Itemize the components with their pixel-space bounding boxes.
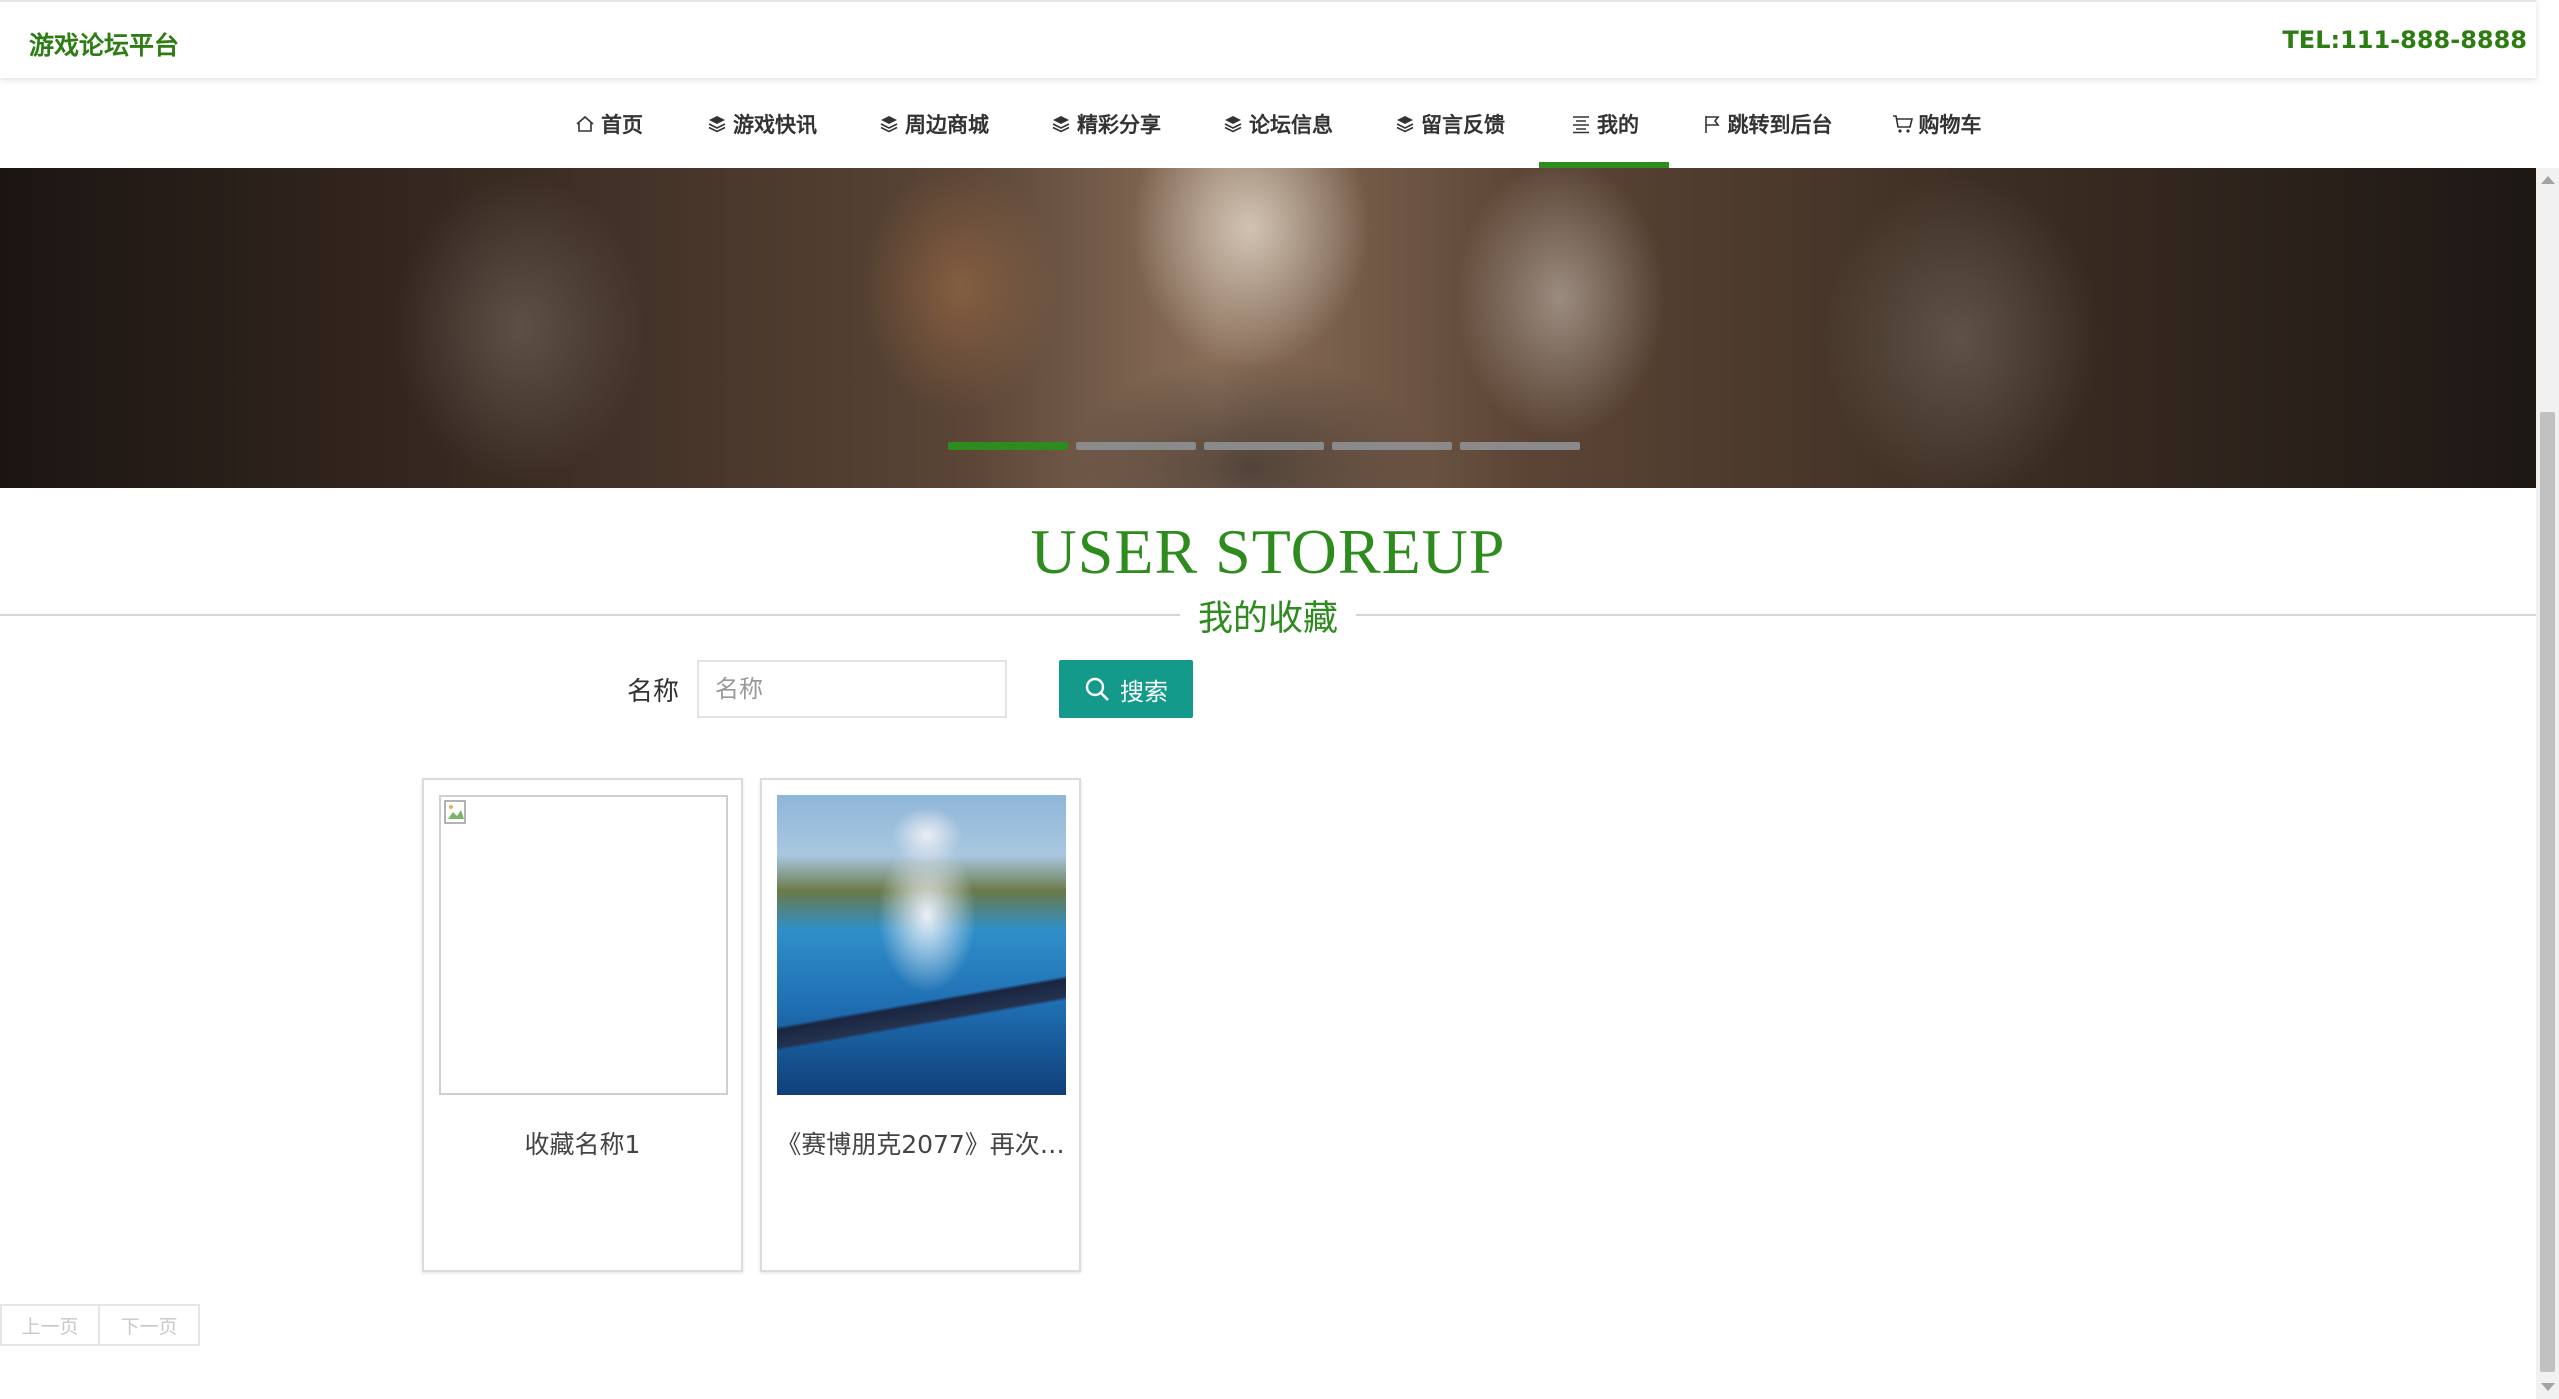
carousel-dot[interactable] bbox=[948, 442, 1068, 450]
layers-icon bbox=[1221, 112, 1245, 136]
layers-icon bbox=[705, 112, 729, 136]
nav-item-cart[interactable]: 购物车 bbox=[1886, 80, 1986, 168]
nav-item-admin[interactable]: 跳转到后台 bbox=[1694, 80, 1838, 168]
nav-item-highlights[interactable]: 精彩分享 bbox=[1042, 80, 1168, 168]
layers-icon bbox=[1393, 112, 1417, 136]
layers-icon bbox=[1049, 112, 1073, 136]
top-header: 游戏论坛平台 TEL:111-888-8888 bbox=[0, 0, 2536, 78]
nav-item-label: 精彩分享 bbox=[1077, 113, 1161, 137]
layers-icon bbox=[877, 112, 901, 136]
list-icon bbox=[1569, 112, 1593, 136]
next-page-button[interactable]: 下一页 bbox=[100, 1304, 200, 1346]
carousel-dot[interactable] bbox=[1204, 442, 1324, 450]
nav-item-game-news[interactable]: 游戏快讯 bbox=[698, 80, 824, 168]
nav-item-label: 留言反馈 bbox=[1421, 113, 1505, 137]
favorite-image bbox=[777, 795, 1066, 1095]
favorite-name: 收藏名称1 bbox=[524, 1130, 641, 1159]
site-brand[interactable]: 游戏论坛平台 bbox=[29, 26, 179, 62]
search-label: 名称 bbox=[627, 677, 680, 707]
flag-icon bbox=[1700, 112, 1724, 136]
nav-item-label: 跳转到后台 bbox=[1727, 113, 1833, 137]
favorite-card[interactable]: 收藏名称1 bbox=[422, 778, 743, 1272]
favorite-card[interactable]: 《赛博朋克2077》再次… bbox=[760, 778, 1081, 1272]
scroll-down-arrow[interactable] bbox=[2541, 1383, 2555, 1391]
nav-item-label: 论坛信息 bbox=[1249, 113, 1333, 137]
nav-item-label: 购物车 bbox=[1918, 113, 1982, 137]
nav-item-label: 游戏快讯 bbox=[733, 113, 817, 137]
search-button[interactable]: 搜索 bbox=[1059, 660, 1193, 718]
nav-item-forum-info[interactable]: 论坛信息 bbox=[1214, 80, 1340, 168]
nav-item-home[interactable]: 首页 bbox=[566, 80, 650, 168]
contact-phone: TEL:111-888-8888 bbox=[2282, 26, 2527, 54]
nav-item-label: 我的 bbox=[1597, 113, 1639, 137]
nav-item-label: 首页 bbox=[601, 113, 643, 137]
favorite-image bbox=[439, 795, 728, 1095]
search-button-label: 搜索 bbox=[1120, 677, 1168, 706]
scroll-thumb[interactable] bbox=[2540, 412, 2555, 1372]
banner-carousel[interactable] bbox=[0, 168, 2536, 488]
section-title: USER STOREUP bbox=[1030, 516, 1506, 587]
nav-item-mine[interactable]: 我的 bbox=[1539, 80, 1669, 168]
main-nav: 首页 游戏快讯 周边商城 精彩分享 论坛信息 留言反馈 我的 跳转到后台 购物车 bbox=[0, 80, 2536, 168]
broken-image-icon bbox=[444, 800, 466, 824]
vertical-scrollbar[interactable] bbox=[2536, 168, 2559, 1399]
section-subtitle: 我的收藏 bbox=[1180, 590, 1356, 641]
nav-item-merch-store[interactable]: 周边商城 bbox=[870, 80, 996, 168]
carousel-dot[interactable] bbox=[1460, 442, 1580, 450]
prev-page-button[interactable]: 上一页 bbox=[0, 1304, 100, 1346]
nav-item-feedback[interactable]: 留言反馈 bbox=[1386, 80, 1512, 168]
search-input[interactable] bbox=[697, 660, 1007, 718]
nav-item-label: 周边商城 bbox=[905, 113, 989, 137]
carousel-indicators bbox=[948, 442, 1580, 450]
banner-image bbox=[0, 168, 2536, 488]
scroll-up-arrow[interactable] bbox=[2541, 176, 2555, 184]
pagination: 上一页 下一页 bbox=[0, 1304, 200, 1346]
carousel-dot[interactable] bbox=[1332, 442, 1452, 450]
search-icon bbox=[1084, 676, 1110, 702]
home-icon bbox=[573, 112, 597, 136]
favorite-name: 《赛博朋克2077》再次… bbox=[776, 1130, 1065, 1159]
carousel-dot[interactable] bbox=[1076, 442, 1196, 450]
cart-icon bbox=[1891, 112, 1915, 136]
